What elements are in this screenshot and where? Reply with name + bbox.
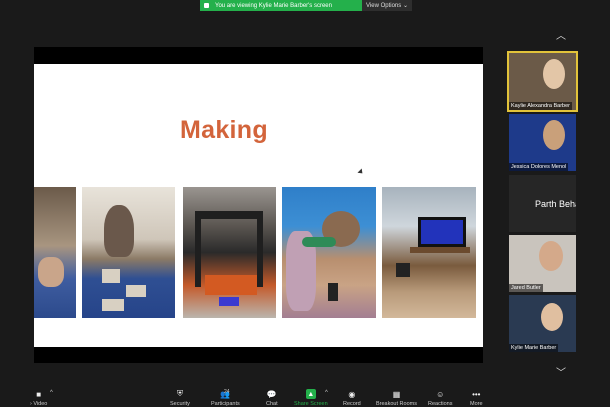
chat-bubble-icon: 💬 [266, 389, 277, 399]
participants-count: 24 [224, 389, 230, 395]
breakout-rooms-button[interactable]: ▦ Breakout Rooms [376, 388, 417, 407]
record-label: Record [343, 401, 361, 407]
viewing-screen-notice: You are viewing Kylie Marie Barber's scr… [200, 0, 362, 11]
participant-video [543, 120, 565, 150]
security-label: Security [170, 401, 190, 407]
participant-tile-2[interactable]: Jessica Dolores Menol [509, 114, 576, 171]
participant-name: Jessica Dolores Menol [509, 163, 569, 171]
screen-share-icon [204, 3, 209, 8]
share-screen-icon: ▲ [305, 389, 316, 399]
participants-label: Participants [211, 401, 240, 407]
participant-tile-3[interactable]: Parth Beha [509, 175, 576, 232]
record-button[interactable]: ◉ Record [343, 388, 361, 407]
share-screen-label: Share Screen [294, 401, 328, 407]
smiley-icon: ☺ [436, 389, 445, 399]
participant-video [541, 303, 563, 331]
participant-video [539, 241, 563, 271]
viewing-screen-text: You are viewing Kylie Marie Barber's scr… [215, 2, 332, 9]
security-button[interactable]: ⛨ Security [170, 388, 190, 407]
share-options-caret-icon[interactable]: ^ [325, 390, 328, 396]
screen-share-banner: You are viewing Kylie Marie Barber's scr… [200, 0, 412, 11]
view-options-button[interactable]: View Options ⌄ [362, 0, 412, 11]
participant-name: Jared Butler [509, 284, 543, 292]
meeting-toolbar: ■ › Video ^ ⛨ Security 👥 24 Participants… [0, 388, 610, 407]
more-label: More [470, 401, 483, 407]
video-button[interactable]: ■ › Video [30, 388, 47, 407]
record-icon: ◉ [348, 389, 356, 399]
participant-tile-1[interactable]: Kaylie Alexandra Barber [507, 51, 578, 112]
slide-photo-3d-printer [183, 187, 276, 318]
slide-photo-child-building [34, 187, 76, 318]
shared-screen: Making [34, 47, 483, 363]
grid-icon: ▦ [392, 389, 401, 399]
reactions-button[interactable]: ☺ Reactions [428, 388, 452, 407]
scroll-up-chevron-icon[interactable]: ︿ [553, 32, 569, 42]
shield-icon: ⛨ [176, 389, 183, 398]
participants-button[interactable]: 👥 24 Participants [211, 388, 240, 407]
ellipsis-icon: ••• [472, 389, 481, 399]
participant-name: Kaylie Alexandra Barber [509, 102, 573, 110]
chat-button[interactable]: 💬 Chat [266, 388, 278, 407]
video-camera-icon: ■ [36, 389, 42, 399]
chat-label: Chat [266, 401, 278, 407]
share-screen-button[interactable]: ▲ Share Screen [294, 388, 328, 407]
participant-video [543, 59, 565, 89]
presentation-slide: Making [34, 64, 483, 347]
participant-tile-4[interactable]: Jared Butler [509, 235, 576, 292]
breakout-rooms-label: Breakout Rooms [376, 401, 417, 407]
participant-name: Kylie Marie Barber [509, 344, 559, 352]
scroll-down-chevron-icon[interactable]: ﹀ [553, 369, 569, 379]
slide-photo-computer-monitor [382, 187, 476, 318]
participant-name-large: Parth Beha [535, 198, 576, 209]
mouse-cursor-icon [357, 168, 365, 176]
video-label: › Video [30, 401, 48, 407]
reactions-label: Reactions [428, 401, 453, 407]
more-button[interactable]: ••• More [470, 388, 483, 407]
slide-title: Making [180, 116, 268, 144]
participant-tile-5[interactable]: Kylie Marie Barber [509, 295, 576, 352]
video-options-caret-icon[interactable]: ^ [50, 390, 53, 396]
slide-photo-girls-on-rug [282, 187, 376, 318]
slide-photo-girl-with-cardboard [82, 187, 175, 318]
zoom-meeting-window: You are viewing Kylie Marie Barber's scr… [0, 0, 610, 407]
